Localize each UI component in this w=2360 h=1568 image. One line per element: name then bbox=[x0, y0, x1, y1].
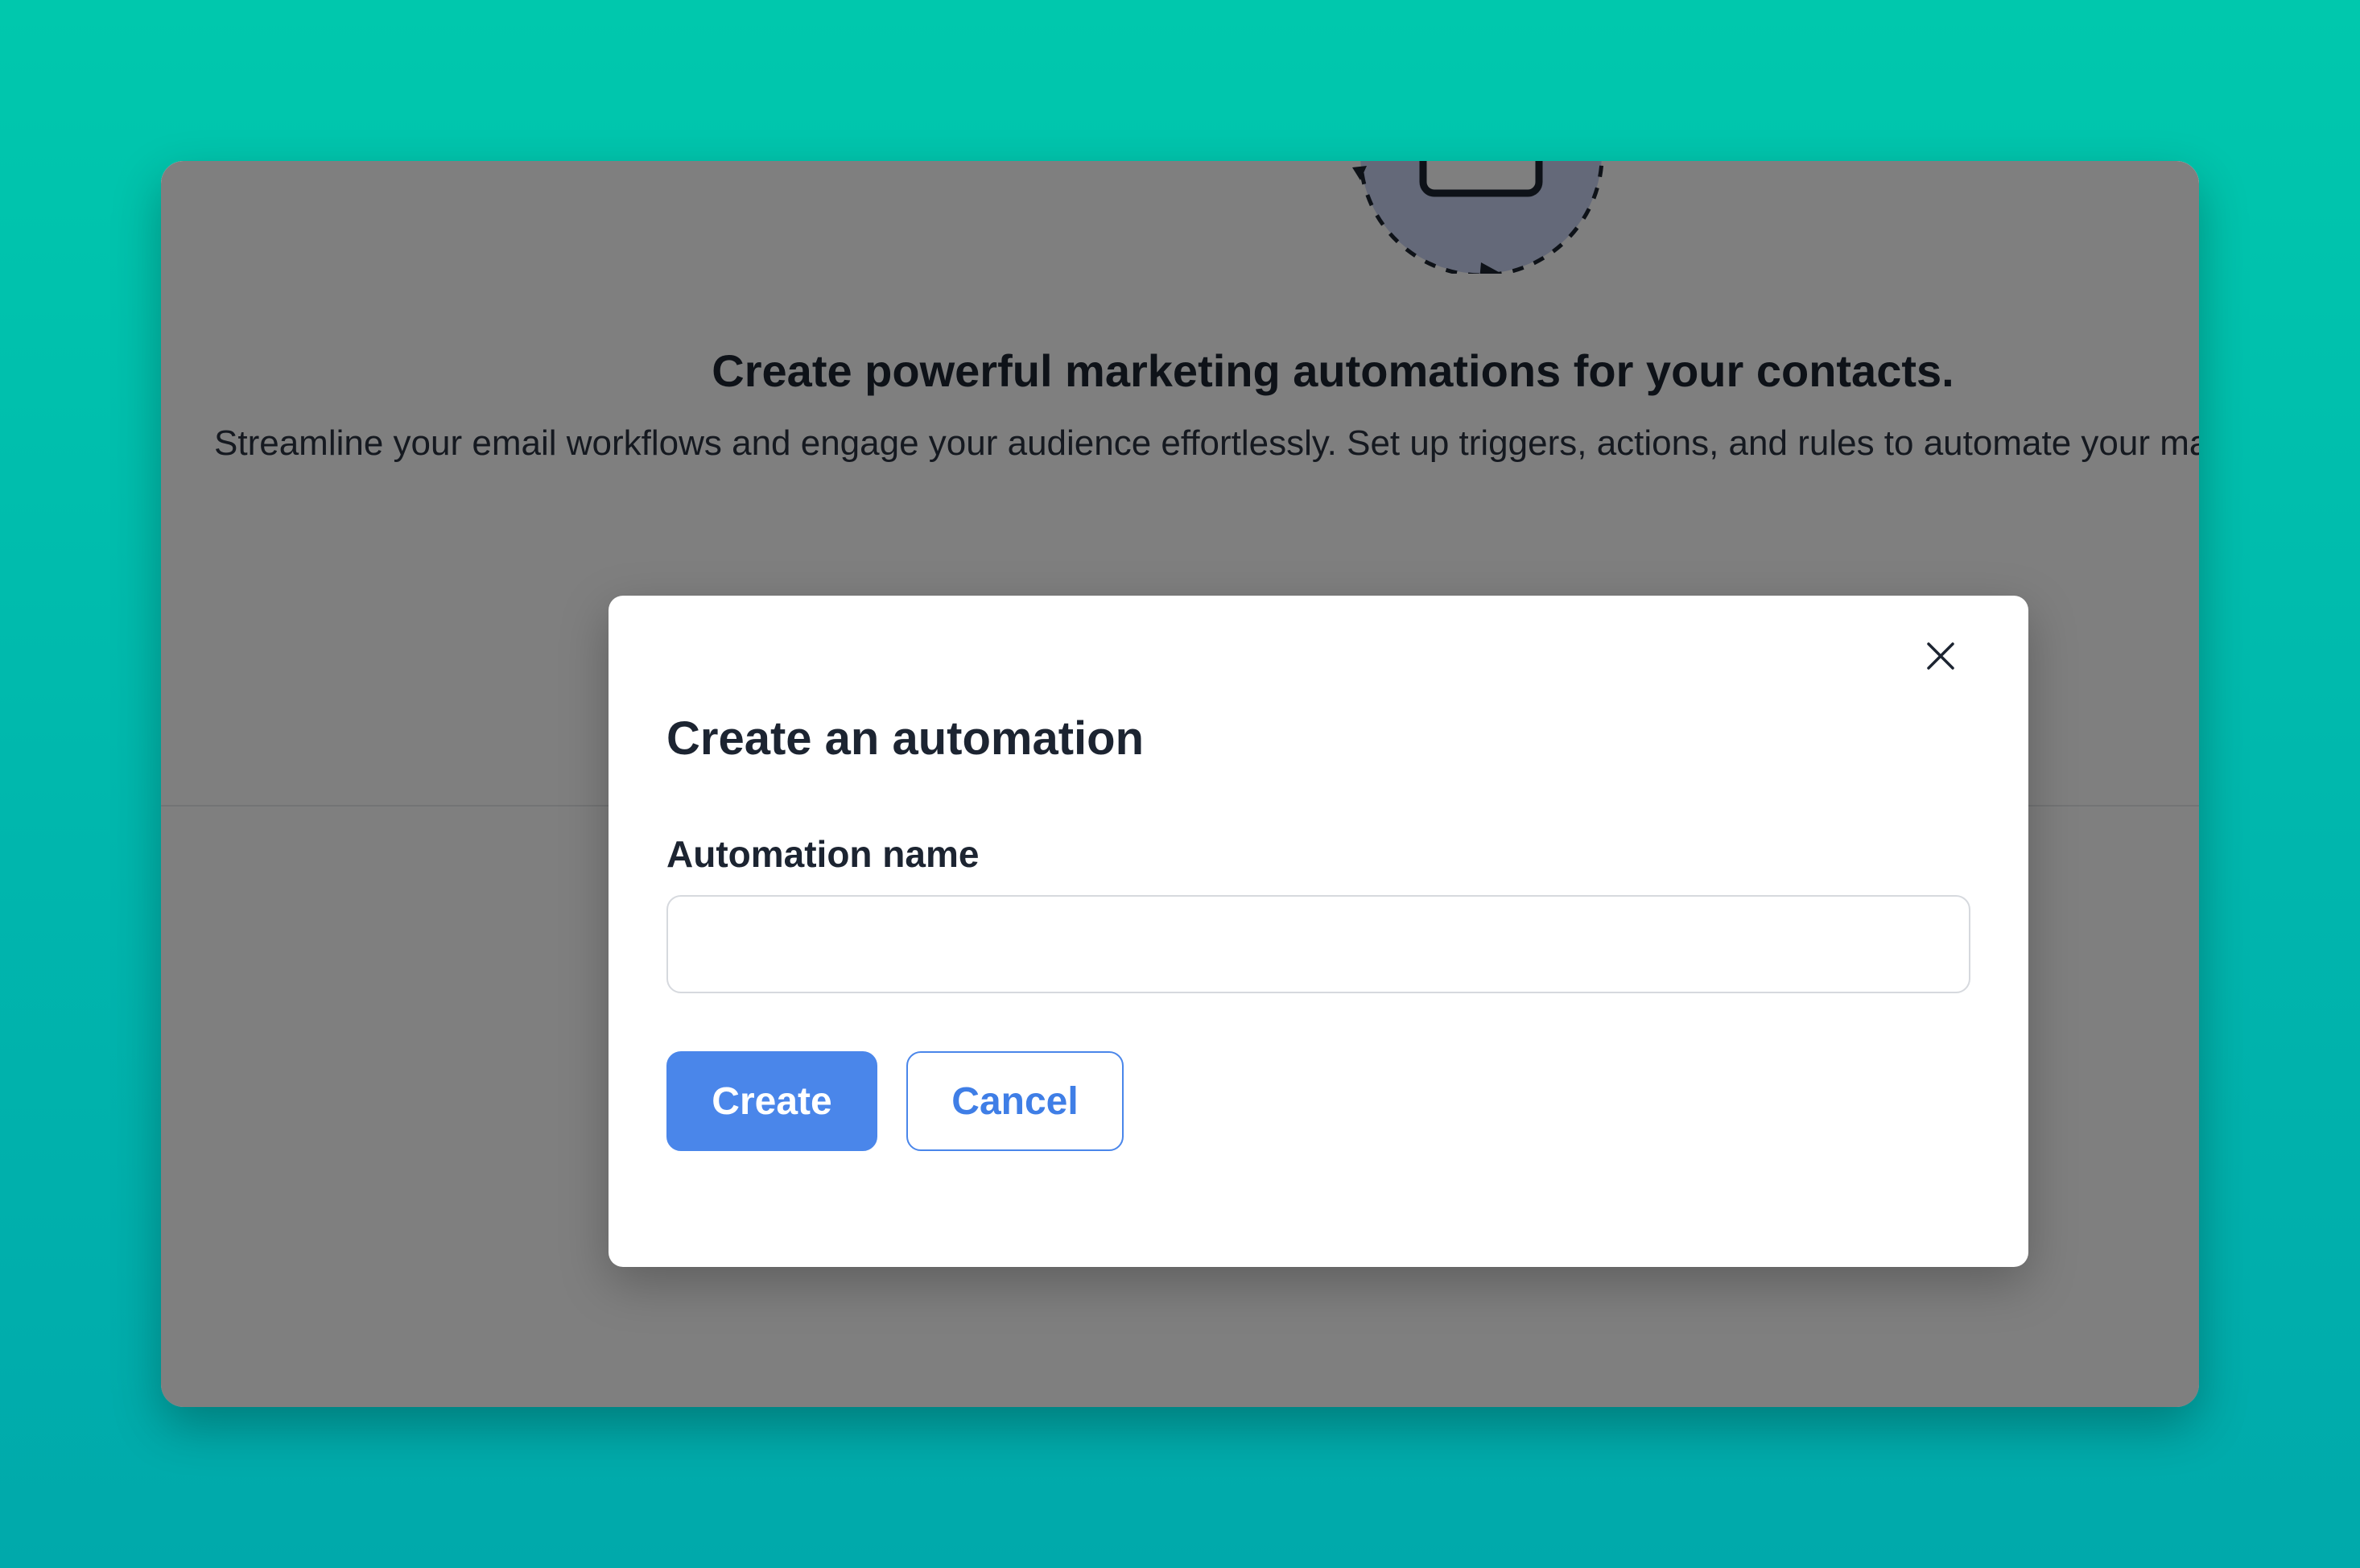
automation-name-label: Automation name bbox=[666, 833, 980, 875]
cancel-button[interactable]: Cancel bbox=[906, 1051, 1124, 1151]
automation-name-input[interactable] bbox=[666, 895, 1970, 993]
app-window: Create powerful marketing automations fo… bbox=[161, 161, 2199, 1407]
create-automation-modal: Create an automation Automation name Cre… bbox=[609, 596, 2028, 1267]
modal-title: Create an automation bbox=[666, 712, 1144, 765]
close-icon bbox=[1927, 642, 1954, 670]
close-button[interactable] bbox=[1912, 628, 1969, 684]
create-button[interactable]: Create bbox=[666, 1051, 877, 1151]
